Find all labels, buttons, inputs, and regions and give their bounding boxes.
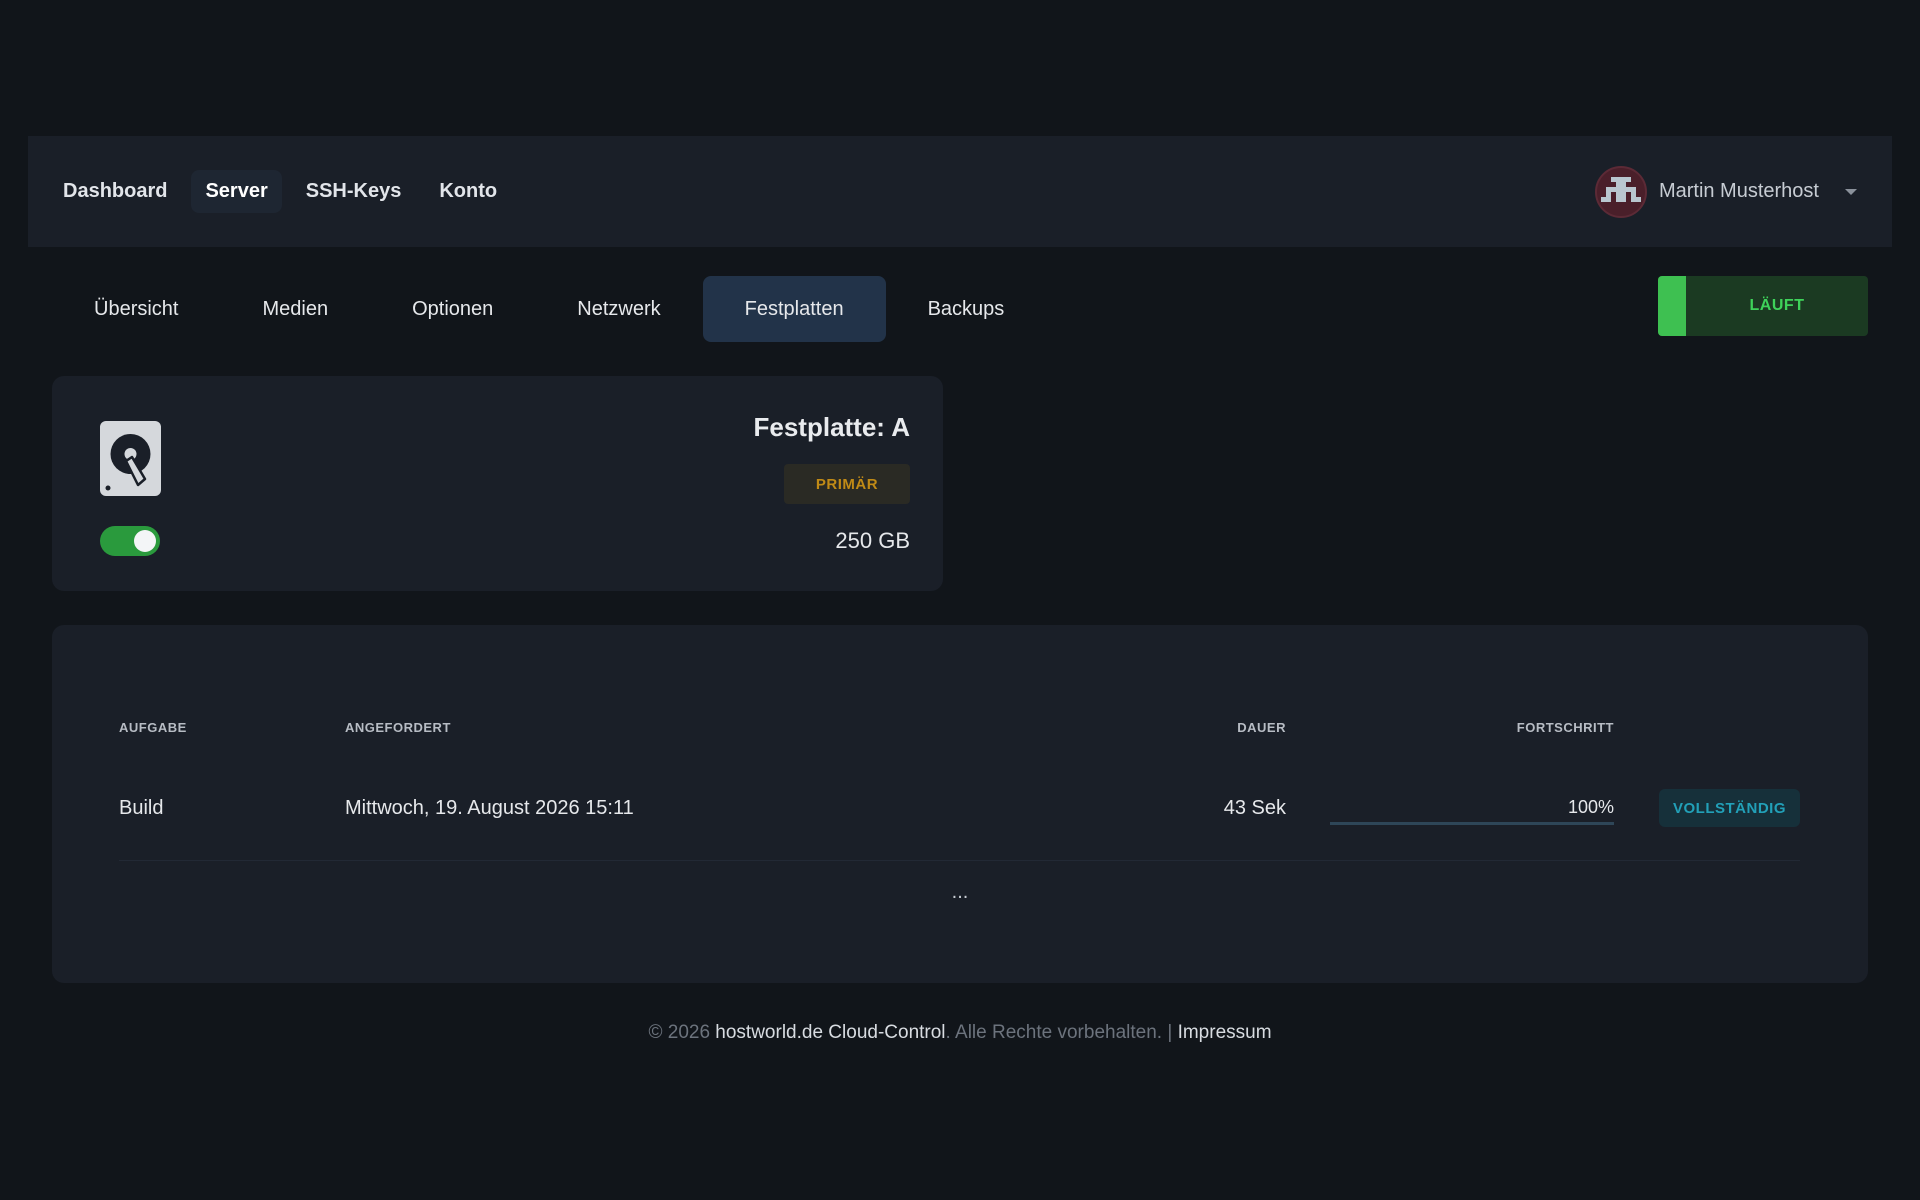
disk-enabled-toggle[interactable] — [100, 526, 160, 556]
hard-drive-icon — [100, 421, 161, 496]
tab-netzwerk[interactable]: Netzwerk — [535, 276, 702, 342]
tab-uebersicht[interactable]: Übersicht — [52, 276, 220, 342]
column-header-duration: DAUER — [1237, 720, 1286, 735]
task-duration: 43 Sek — [1223, 797, 1286, 819]
primary-badge: PRIMÄR — [784, 464, 910, 504]
status-indicator — [1658, 276, 1686, 336]
task-requested: Mittwoch, 19. August 2026 15:11 — [345, 797, 634, 819]
disk-card: Festplatte: A PRIMÄR 250 GB — [52, 376, 943, 591]
tab-optionen[interactable]: Optionen — [370, 276, 535, 342]
top-navbar: Dashboard Server SSH-Keys Konto Martin M… — [28, 136, 1892, 247]
load-more-link[interactable]: ... — [52, 881, 1868, 904]
tab-medien[interactable]: Medien — [220, 276, 370, 342]
column-header-task: AUFGABE — [119, 720, 187, 735]
server-tabs: Übersicht Medien Optionen Netzwerk Festp… — [52, 276, 1046, 342]
task-progress: 100% — [1330, 795, 1614, 825]
column-header-requested: ANGEFORDERT — [345, 720, 451, 735]
server-status-button[interactable]: LÄUFT — [1658, 276, 1868, 336]
nav-konto[interactable]: Konto — [425, 170, 511, 213]
progress-bar — [1330, 822, 1614, 825]
toggle-knob — [134, 530, 156, 552]
nav-ssh-keys[interactable]: SSH-Keys — [292, 170, 416, 213]
disk-size: 250 GB — [835, 528, 910, 553]
tab-backups[interactable]: Backups — [886, 276, 1047, 342]
column-header-progress: FORTSCHRITT — [1516, 720, 1614, 735]
tasks-card: AUFGABE ANGEFORDERT DAUER FORTSCHRITT Bu… — [52, 625, 1868, 983]
footer-copyright: © 2026 — [648, 1022, 711, 1043]
row-divider — [119, 860, 1800, 861]
user-name: Martin Musterhost — [1658, 180, 1819, 202]
progress-fill — [1330, 822, 1614, 825]
footer-rights: . Alle Rechte vorbehalten. | — [945, 1022, 1173, 1043]
chevron-down-icon — [1845, 188, 1857, 195]
tab-festplatten[interactable]: Festplatten — [702, 276, 886, 342]
status-badge: VOLLSTÄNDIG — [1659, 789, 1800, 827]
nav-dashboard[interactable]: Dashboard — [63, 170, 181, 213]
pixel-avatar-icon — [1600, 171, 1641, 212]
footer-brand: hostworld.de Cloud-Control — [715, 1022, 946, 1043]
main-nav: Dashboard Server SSH-Keys Konto — [63, 170, 511, 213]
disk-title: Festplatte: A — [753, 412, 911, 442]
nav-server[interactable]: Server — [191, 170, 282, 213]
progress-value: 100% — [1567, 797, 1614, 817]
footer: © 2026 hostworld.de Cloud-Control. Alle … — [0, 1022, 1920, 1044]
imprint-link[interactable]: Impressum — [1178, 1022, 1272, 1043]
user-menu[interactable]: Martin Musterhost — [1594, 165, 1857, 218]
task-name: Build — [119, 797, 164, 819]
status-label: LÄUFT — [1749, 297, 1805, 314]
avatar — [1594, 165, 1647, 218]
